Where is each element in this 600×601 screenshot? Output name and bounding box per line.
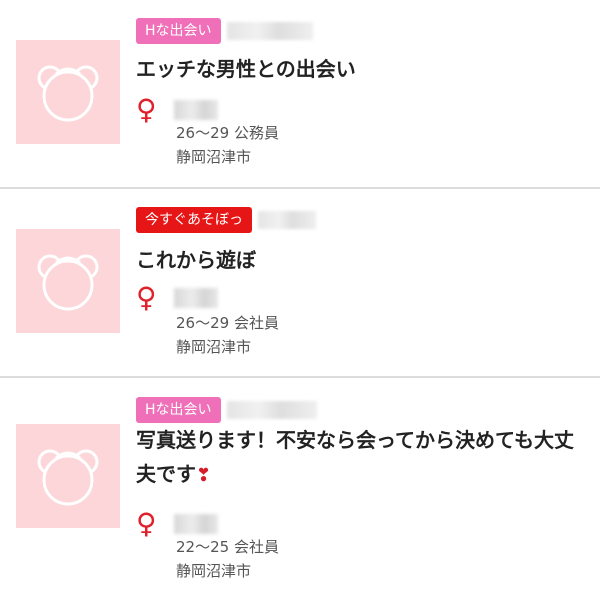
post-title[interactable]: エッチな男性との出会い	[136, 52, 586, 88]
female-icon: ♀	[136, 93, 157, 126]
female-icon: ♀	[136, 281, 157, 314]
gender-row: ♀	[136, 510, 218, 538]
blurred-nickname	[174, 100, 218, 120]
listing-list: Hな出会い エッチな男性との出会い ♀ 26〜29 公務員 静岡沼津市 今すぐあ…	[0, 0, 600, 601]
avatar[interactable]	[16, 229, 120, 333]
list-item[interactable]: 今すぐあそぼっ これから遊ぼ ♀ 26〜29 会社員 静岡沼津市	[0, 189, 600, 378]
post-title[interactable]: これから遊ぼ	[136, 243, 586, 279]
age-occupation: 22〜25 会社員	[176, 538, 279, 556]
avatar[interactable]	[16, 40, 120, 144]
badge-row: 今すぐあそぼっ	[136, 207, 316, 233]
post-title-text: これから遊ぼ	[136, 248, 256, 272]
category-badge: Hな出会い	[136, 18, 221, 44]
location: 静岡沼津市	[176, 148, 252, 166]
location: 静岡沼津市	[176, 338, 252, 356]
badge-row: Hな出会い	[136, 18, 313, 44]
avatar[interactable]	[16, 424, 120, 528]
blurred-nickname	[174, 514, 218, 534]
blurred-date	[226, 401, 317, 419]
profile-meta: 26〜29 会社員 静岡沼津市	[176, 311, 279, 359]
gender-row: ♀	[136, 284, 218, 312]
post-title[interactable]: 写真送ります！不安なら会ってから決めても大丈夫です❣	[136, 423, 586, 493]
profile-meta: 26〜29 公務員 静岡沼津市	[176, 121, 279, 169]
category-badge: 今すぐあそぼっ	[136, 207, 252, 233]
gender-row: ♀	[136, 96, 218, 124]
bear-placeholder-icon	[37, 65, 99, 122]
profile-meta: 22〜25 会社員 静岡沼津市	[176, 535, 279, 583]
post-title-text: エッチな男性との出会い	[136, 57, 356, 81]
blurred-nickname	[174, 288, 218, 308]
list-item[interactable]: Hな出会い エッチな男性との出会い ♀ 26〜29 公務員 静岡沼津市	[0, 0, 600, 189]
age-occupation: 26〜29 会社員	[176, 314, 279, 332]
list-item[interactable]: Hな出会い 写真送ります！不安なら会ってから決めても大丈夫です❣ ♀ 22〜25…	[0, 378, 600, 599]
blurred-date	[226, 22, 313, 40]
blurred-date	[258, 211, 316, 229]
female-icon: ♀	[136, 507, 157, 540]
heart-emoji: ❣	[196, 465, 212, 486]
badge-row: Hな出会い	[136, 397, 317, 423]
age-occupation: 26〜29 公務員	[176, 124, 279, 142]
bear-placeholder-icon	[37, 254, 99, 311]
location: 静岡沼津市	[176, 562, 252, 580]
category-badge: Hな出会い	[136, 397, 221, 423]
bear-placeholder-icon	[37, 449, 99, 506]
